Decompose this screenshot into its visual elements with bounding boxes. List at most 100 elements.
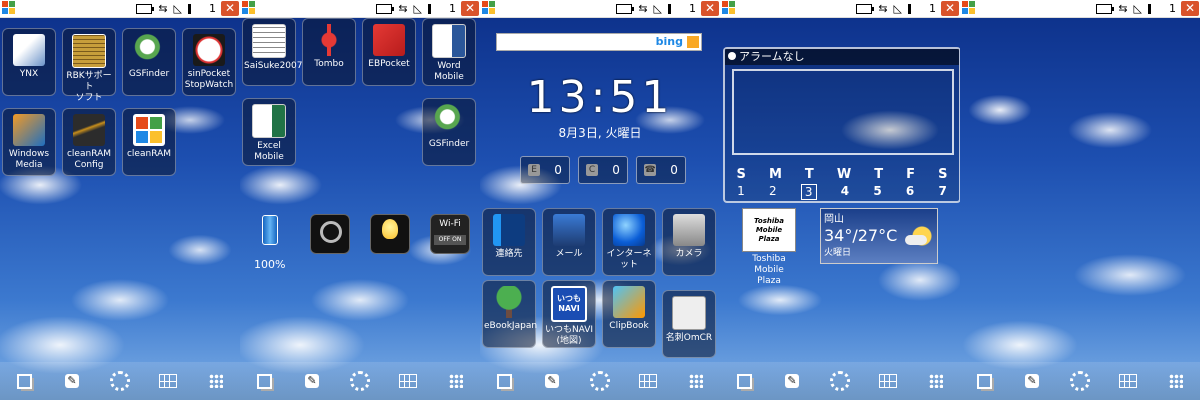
home-panel-2[interactable]: ⇆ ◺ 1 ✕ SaiSuke2007 Tombo EBPocket Word … bbox=[240, 0, 480, 400]
app-tile-cleanram[interactable]: cleanRAM bbox=[122, 108, 176, 176]
app-tile-clipbook[interactable]: ClipBook bbox=[602, 280, 656, 348]
apps-grid-icon[interactable] bbox=[1165, 370, 1187, 392]
home-panel-4[interactable]: ⇆ ◺ 1 ✕ アラームなし S M T W T F S 1 2 3 4 5 6… bbox=[720, 0, 960, 400]
app-label: eBookJapan bbox=[484, 321, 538, 331]
missed-call-counter[interactable]: ☎ 0 bbox=[636, 156, 686, 184]
app-label: Toshiba Mobile Plaza bbox=[752, 254, 786, 286]
loading-ring-icon[interactable] bbox=[829, 370, 851, 392]
status-bar: ⇆ ◺ 1 ✕ bbox=[960, 0, 1200, 18]
bing-search-input[interactable]: bing bbox=[496, 33, 702, 51]
app-tile-cleanram-config[interactable]: cleanRAM Config bbox=[62, 108, 116, 176]
loading-ring-icon[interactable] bbox=[589, 370, 611, 392]
close-button[interactable]: ✕ bbox=[1181, 1, 1199, 16]
pen-icon[interactable]: ✎ bbox=[1021, 370, 1043, 392]
windows-start-icon[interactable] bbox=[722, 1, 736, 15]
weather-widget[interactable]: 岡山 34°/27°C 火曜日 bbox=[820, 208, 938, 264]
calendar-grid-icon[interactable] bbox=[157, 370, 179, 392]
task-switch-icon[interactable] bbox=[733, 370, 755, 392]
app-tile-windows-media[interactable]: Windows Media bbox=[2, 108, 56, 176]
task-switch-icon[interactable] bbox=[973, 370, 995, 392]
windows-start-icon[interactable] bbox=[482, 1, 496, 15]
pen-icon[interactable]: ✎ bbox=[61, 370, 83, 392]
close-button[interactable]: ✕ bbox=[941, 1, 959, 16]
close-button[interactable]: ✕ bbox=[461, 1, 479, 16]
loading-ring-icon[interactable] bbox=[349, 370, 371, 392]
apps-grid-icon[interactable] bbox=[205, 370, 227, 392]
app-tile-saisuke[interactable]: SaiSuke2007 bbox=[242, 18, 302, 86]
home-panel-3[interactable]: ⇆ ◺ 1 ✕ bing 13:51 8月3日, 火曜日 E 0 C 0 ☎ 0… bbox=[480, 0, 720, 400]
message-counter[interactable]: C 0 bbox=[578, 156, 628, 184]
windows-start-icon[interactable] bbox=[2, 1, 16, 15]
calendar-grid-icon[interactable] bbox=[637, 370, 659, 392]
app-tile-ynx[interactable]: YNX bbox=[2, 28, 56, 96]
contacts-icon bbox=[493, 214, 525, 246]
calendar-alarm-widget[interactable]: アラームなし S M T W T F S 1 2 3 4 5 6 7 bbox=[723, 47, 960, 203]
app-label: RBKサポート ソフト bbox=[66, 71, 112, 103]
weekday-label: W bbox=[836, 167, 852, 182]
day-cell[interactable]: 4 bbox=[841, 184, 849, 200]
app-tile-stopwatch[interactable]: sinPocket StopWatch bbox=[182, 28, 236, 96]
app-tile-excel-mobile[interactable]: Excel Mobile bbox=[242, 98, 296, 166]
app-tile-internet[interactable]: インターネット bbox=[602, 208, 656, 276]
app-label: Tombo bbox=[314, 59, 344, 69]
app-tile-mail[interactable]: メール bbox=[542, 208, 596, 276]
loading-ring-icon[interactable] bbox=[109, 370, 131, 392]
day-cell[interactable]: 2 bbox=[769, 184, 777, 200]
loading-ring-icon[interactable] bbox=[1069, 370, 1091, 392]
calendar-grid-icon[interactable] bbox=[397, 370, 419, 392]
battery-icon bbox=[856, 3, 875, 14]
app-tile-contacts[interactable]: 連絡先 bbox=[482, 208, 536, 276]
pen-icon[interactable]: ✎ bbox=[781, 370, 803, 392]
wifi-toggle[interactable]: Wi-Fi OFF ON bbox=[430, 214, 470, 254]
app-tile-itsumo-navi[interactable]: いつも NAVI いつもNAVI (地図) bbox=[542, 280, 596, 348]
day-cell[interactable]: 7 bbox=[939, 184, 947, 200]
home-panel-5[interactable]: ⇆ ◺ 1 ✕ ✎ bbox=[960, 0, 1200, 400]
close-button[interactable]: ✕ bbox=[701, 1, 719, 16]
app-tile-gsfinder[interactable]: GSFinder bbox=[122, 28, 176, 96]
calendar-grid-icon[interactable] bbox=[877, 370, 899, 392]
weekday-label: S bbox=[736, 167, 746, 182]
app-tile-meishi-ocr[interactable]: 名刺OmCR bbox=[662, 290, 716, 358]
signal-level: 1 bbox=[209, 2, 216, 15]
connectivity-icon: ⇆ bbox=[158, 2, 168, 15]
app-tile-camera[interactable]: カメラ bbox=[662, 208, 716, 276]
day-cell-today[interactable]: 3 bbox=[800, 184, 817, 200]
app-tile-ebpocket[interactable]: EBPocket bbox=[362, 18, 416, 86]
search-icon[interactable] bbox=[687, 36, 699, 48]
clock[interactable]: 13:51 bbox=[480, 72, 720, 123]
app-tile-tombo[interactable]: Tombo bbox=[302, 18, 356, 86]
apps-grid-icon[interactable] bbox=[925, 370, 947, 392]
app-tile-toshiba-mobile-plaza[interactable]: Toshiba Mobile Plaza Toshiba Mobile Plaz… bbox=[742, 208, 796, 286]
task-switch-icon[interactable] bbox=[253, 370, 275, 392]
app-tile-gsfinder[interactable]: GSFinder bbox=[422, 98, 476, 166]
business-card-icon bbox=[672, 296, 706, 330]
clipbook-icon bbox=[613, 286, 645, 318]
windows-start-icon[interactable] bbox=[242, 1, 256, 15]
calendar-grid-icon[interactable] bbox=[1117, 370, 1139, 392]
day-cell[interactable]: 5 bbox=[873, 184, 881, 200]
app-label: GSFinder bbox=[128, 69, 170, 79]
windows-start-icon[interactable] bbox=[962, 1, 976, 15]
day-cell[interactable]: 6 bbox=[906, 184, 914, 200]
cloud-icon bbox=[905, 235, 927, 245]
app-tile-ebookjapan[interactable]: eBookJapan bbox=[482, 280, 538, 348]
close-button[interactable]: ✕ bbox=[221, 1, 239, 16]
battery-widget-icon[interactable] bbox=[262, 215, 278, 245]
pen-icon[interactable]: ✎ bbox=[301, 370, 323, 392]
apps-grid-icon[interactable] bbox=[685, 370, 707, 392]
apps-grid-icon[interactable] bbox=[445, 370, 467, 392]
tombo-icon bbox=[313, 24, 345, 56]
task-switch-icon[interactable] bbox=[13, 370, 35, 392]
alarm-status: アラームなし bbox=[725, 49, 959, 65]
home-panel-1[interactable]: ⇆ ◺ 1 ✕ YNX RBKサポート ソフト GSFinder sinPock… bbox=[0, 0, 240, 400]
backlight-toggle-icon[interactable] bbox=[370, 214, 410, 254]
task-switch-icon[interactable] bbox=[493, 370, 515, 392]
app-tile-word-mobile[interactable]: Word Mobile bbox=[422, 18, 476, 86]
cleanram-config-icon bbox=[73, 114, 105, 146]
email-counter[interactable]: E 0 bbox=[520, 156, 570, 184]
sound-toggle-icon[interactable] bbox=[310, 214, 350, 254]
toshiba-logo: Toshiba Mobile Plaza bbox=[742, 208, 796, 252]
pen-icon[interactable]: ✎ bbox=[541, 370, 563, 392]
day-cell[interactable]: 1 bbox=[737, 184, 745, 200]
app-tile-rbk[interactable]: RBKサポート ソフト bbox=[62, 28, 116, 103]
